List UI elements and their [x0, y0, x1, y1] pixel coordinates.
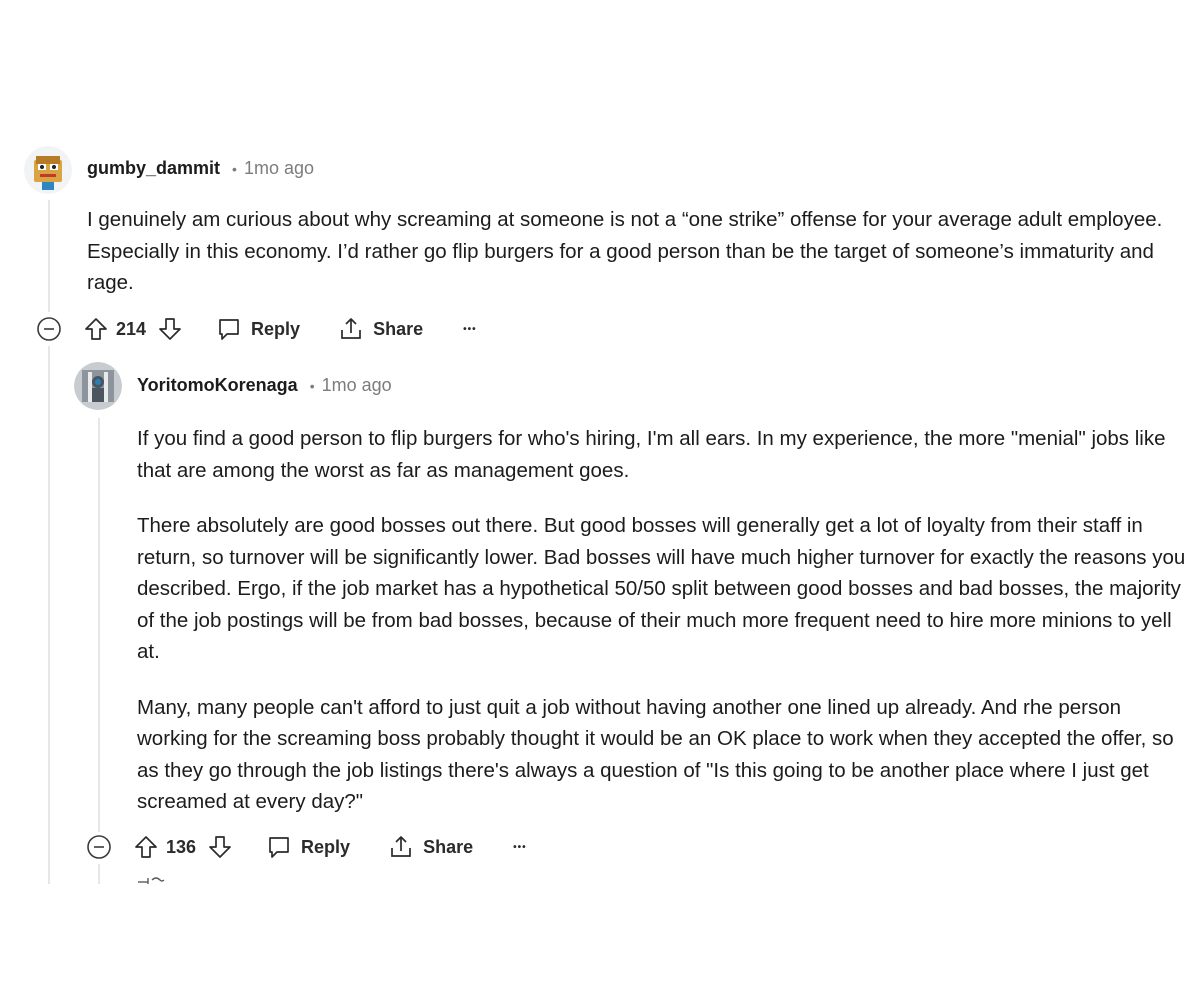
upvote-button[interactable] [134, 834, 158, 860]
downvote-button[interactable] [208, 834, 232, 860]
minus-circle-icon [87, 835, 111, 859]
user-avatar-icon [74, 362, 122, 410]
thread-line-child[interactable] [98, 418, 100, 832]
reply-button[interactable]: Reply [216, 316, 300, 342]
arrow-down-icon [159, 318, 181, 340]
vote-count: 136 [166, 836, 197, 857]
thread-line-parent[interactable] [48, 200, 50, 312]
minus-circle-icon [37, 317, 61, 341]
meta-separator: • [309, 377, 315, 394]
share-label: Share [423, 836, 474, 857]
thread-line-child-lower[interactable] [98, 864, 100, 884]
comment-meta: gumby_dammit • 1mo ago [87, 158, 314, 179]
comment-actions: 214 Reply Share ••• [36, 313, 477, 345]
reply-button[interactable]: Reply [266, 834, 350, 860]
ellipsis-icon: ••• [463, 323, 477, 335]
share-label: Share [373, 318, 424, 339]
username[interactable]: YoritomoKorenaga [137, 375, 298, 396]
timestamp[interactable]: 1mo ago [244, 158, 314, 179]
reply-label: Reply [251, 318, 301, 339]
reply-connector-icon [138, 877, 165, 884]
comment-paragraph: If you find a good person to flip burger… [137, 427, 1166, 482]
comment-bubble-icon [269, 837, 289, 858]
username[interactable]: gumby_dammit [87, 158, 220, 179]
comment-actions: 136 Reply Share ••• [86, 831, 527, 863]
avatar[interactable] [74, 362, 122, 410]
arrow-down-icon [209, 836, 231, 858]
thread-line-parent-lower[interactable] [48, 346, 50, 884]
collapse-button[interactable] [86, 834, 112, 860]
comment-paragraph: I genuinely am curious about why screami… [87, 208, 1163, 294]
arrow-up-icon [85, 318, 107, 340]
reply-label: Reply [301, 836, 351, 857]
more-options-button[interactable]: ••• [463, 324, 477, 335]
vote-count: 214 [116, 318, 147, 339]
avatar[interactable] [24, 146, 72, 194]
comment-bubble-icon [219, 319, 239, 340]
ellipsis-icon: ••• [513, 841, 527, 853]
downvote-button[interactable] [158, 316, 182, 342]
comment-body: If you find a good person to flip burger… [137, 423, 1187, 818]
comment-paragraph: Many, many people can't afford to just q… [137, 695, 1174, 814]
share-upload-icon [391, 836, 411, 857]
timestamp[interactable]: 1mo ago [322, 375, 392, 396]
user-avatar-icon [24, 146, 72, 194]
share-upload-icon [341, 318, 361, 339]
upvote-button[interactable] [84, 316, 108, 342]
share-button[interactable]: Share [338, 316, 423, 342]
collapse-button[interactable] [36, 316, 62, 342]
comment-paragraph: There absolutely are good bosses out the… [137, 514, 1186, 663]
more-options-button[interactable]: ••• [513, 842, 527, 853]
meta-separator: • [232, 160, 237, 177]
share-button[interactable]: Share [388, 834, 473, 860]
comment-meta: YoritomoKorenaga • 1mo ago [137, 375, 392, 396]
comment-body: I genuinely am curious about why screami… [87, 204, 1187, 299]
arrow-up-icon [135, 836, 157, 858]
